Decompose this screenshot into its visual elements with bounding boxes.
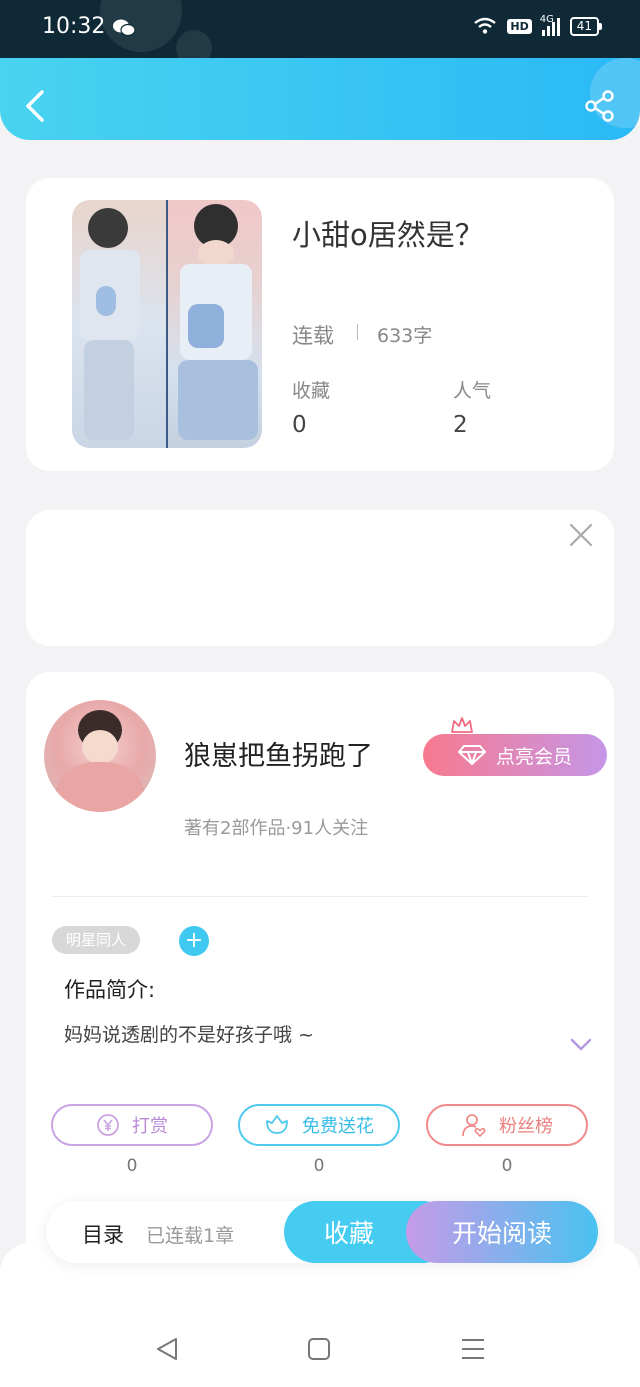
vip-label: 点亮会员 [495,745,572,768]
toc-button[interactable]: 目录 [82,1219,124,1249]
start-reading-label: 开始阅读 [451,1219,552,1248]
divider [52,896,588,897]
stat-value-popularity: 2 [453,412,468,438]
word-count: 633字 [377,325,433,347]
flower-icon [266,1115,288,1134]
app-header [0,58,640,140]
send-flower-label: 免费送花 [302,1116,374,1137]
hd-badge: HD [507,18,532,34]
status-time: 10:32 [42,14,106,39]
book-info-card: 小甜o居然是？ 连载 633字 收藏 0 人气 2 [26,178,614,471]
nav-back-icon[interactable] [154,1337,180,1361]
avatar[interactable] [44,700,156,812]
fans-ranking-label: 粉丝榜 [499,1116,553,1137]
collect-label: 收藏 [323,1219,374,1248]
vip-button[interactable]: 点亮会员 [423,734,607,776]
flower-count: 0 [313,1156,325,1176]
fans-ranking-button[interactable]: 粉丝榜 [426,1104,588,1146]
fans-count: 0 [501,1156,513,1176]
cover-right-panel [166,200,262,448]
yen-icon [97,1114,119,1136]
book-cover[interactable] [72,200,262,448]
tip-label: 打赏 [132,1116,168,1137]
intro-text: 妈妈说透剧的不是好孩子哦 ~ [64,1024,314,1046]
serial-status: 连载 [292,324,334,348]
close-icon[interactable] [568,522,594,548]
system-nav-bar [0,1243,640,1387]
chapter-status: 已连载1章 [146,1225,235,1247]
add-tag-button[interactable]: + [179,926,209,956]
share-icon[interactable] [584,90,616,122]
book-title: 小甜o居然是？ [292,218,484,252]
wifi-icon [474,17,497,34]
author-meta: 著有2部作品·91人关注 [184,818,369,839]
author-name[interactable]: 狼崽把鱼拐跑了 [184,734,373,773]
send-flower-button[interactable]: 免费送花 [238,1104,400,1146]
nav-menu-icon[interactable] [460,1337,486,1361]
stat-value-collect: 0 [292,412,307,438]
diamond-icon [457,745,486,765]
signal-icon: 4G [539,14,560,36]
chevron-down-icon[interactable] [570,1038,592,1052]
wechat-icon [113,19,136,37]
status-bar: 10:32 HD 4G 41 [0,0,640,66]
tip-count: 0 [126,1156,138,1176]
chevron-left-icon[interactable] [20,86,50,126]
network-label: 4G [539,14,554,25]
author-card: 狼崽把鱼拐跑了 点亮会员 著有2部作品·91人关注 明星同人 + 作品简介: 妈… [26,672,614,1292]
battery-icon: 41 [569,16,602,36]
start-reading-button[interactable]: 开始阅读 [406,1201,598,1263]
user-heart-icon [462,1114,486,1138]
bottom-action-bar: 目录 已连载1章 收藏 开始阅读 [46,1201,598,1263]
divider [357,324,358,340]
stat-label-popularity: 人气 [453,380,492,402]
nav-home-icon[interactable] [307,1337,331,1361]
ad-card [26,510,614,646]
stat-label-collect: 收藏 [292,380,331,402]
crown-icon [451,717,473,733]
intro-title: 作品简介: [64,978,156,1002]
tip-button[interactable]: 打赏 [51,1104,213,1146]
battery-level: 41 [569,16,599,36]
category-tag[interactable]: 明星同人 [52,926,141,954]
cover-left-panel [72,200,166,448]
